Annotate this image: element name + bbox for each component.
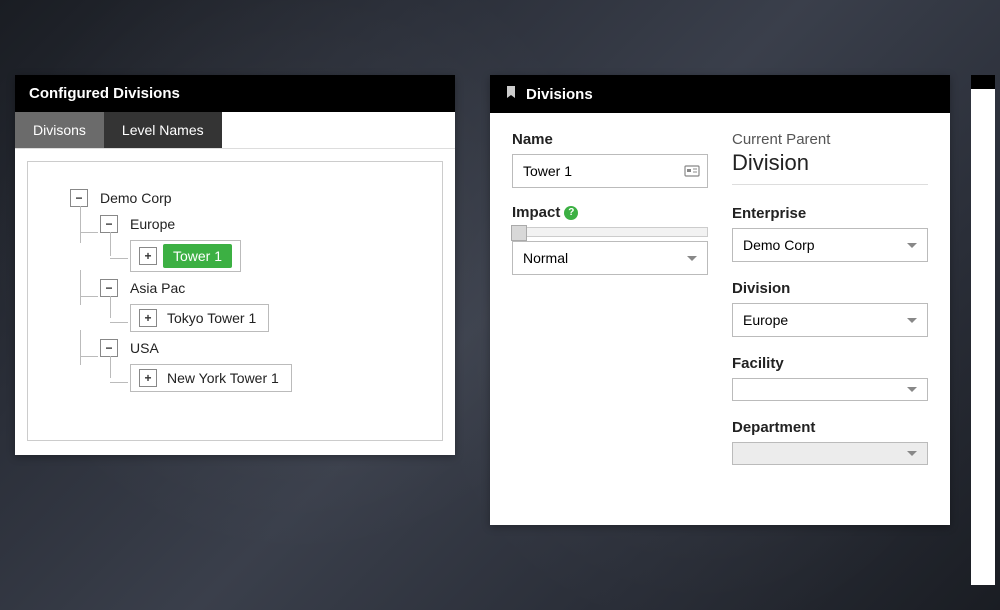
department-select[interactable] [732, 442, 928, 465]
tree-label-usa: USA [126, 338, 163, 358]
collapse-icon[interactable]: − [100, 215, 118, 233]
enterprise-select[interactable]: Demo Corp [732, 228, 928, 262]
name-label: Name [512, 131, 708, 148]
enterprise-value: Demo Corp [743, 237, 815, 253]
division-select[interactable]: Europe [732, 303, 928, 337]
collapse-icon[interactable]: − [100, 279, 118, 297]
division-value: Europe [743, 312, 788, 328]
form-area: Name Impact ? Normal Current Parent Divi [490, 113, 950, 501]
tab-divisions[interactable]: Divisons [15, 112, 104, 148]
collapse-icon[interactable]: − [100, 339, 118, 357]
chevron-down-icon [907, 451, 917, 456]
impact-value: Normal [523, 250, 568, 266]
chevron-down-icon [907, 243, 917, 248]
facility-select[interactable] [732, 378, 928, 401]
division-label: Division [732, 280, 928, 297]
tree-label-asiapac: Asia Pac [126, 278, 189, 298]
tree-label-tower1: Tower 1 [163, 244, 232, 268]
division-tree: − Demo Corp − Europe [40, 188, 430, 392]
help-icon[interactable]: ? [564, 206, 578, 220]
tree-node-usa[interactable]: − USA [100, 338, 430, 358]
tree-label-europe: Europe [126, 214, 179, 234]
current-parent-value: Division [732, 150, 928, 185]
chevron-down-icon [907, 387, 917, 392]
name-field[interactable] [512, 154, 708, 188]
impact-label: Impact ? [512, 204, 708, 221]
tree-node-europe[interactable]: − Europe [100, 214, 430, 234]
left-column: Name Impact ? Normal [512, 131, 708, 483]
card-icon [684, 163, 700, 179]
tree-label-demo-corp: Demo Corp [96, 188, 176, 208]
facility-label: Facility [732, 355, 928, 372]
page-scrollbar[interactable] [971, 75, 995, 585]
divisions-detail-panel: Divisions Name Impact ? Normal [490, 75, 950, 525]
tree-label-tokyo: Tokyo Tower 1 [163, 308, 260, 328]
impact-slider[interactable] [512, 227, 708, 237]
collapse-icon[interactable]: − [70, 189, 88, 207]
panel-title-right-text: Divisions [526, 86, 593, 103]
chevron-down-icon [907, 318, 917, 323]
expand-icon[interactable]: + [139, 369, 157, 387]
panel-title-left: Configured Divisions [15, 75, 455, 112]
tree-node-root[interactable]: − Demo Corp [70, 188, 430, 208]
tree-node-ny[interactable]: + New York Tower 1 [130, 364, 430, 392]
impact-select[interactable]: Normal [512, 241, 708, 275]
tree-container: − Demo Corp − Europe [27, 161, 443, 441]
current-parent-label: Current Parent [732, 131, 928, 148]
scrollbar-cap [971, 75, 995, 89]
bookmark-icon [504, 85, 518, 103]
expand-icon[interactable]: + [139, 309, 157, 327]
tree-node-tokyo[interactable]: + Tokyo Tower 1 [130, 304, 430, 332]
expand-icon[interactable]: + [139, 247, 157, 265]
panel-title-right: Divisions [490, 75, 950, 113]
enterprise-label: Enterprise [732, 205, 928, 222]
tab-level-names[interactable]: Level Names [104, 112, 222, 148]
right-column: Current Parent Division Enterprise Demo … [732, 131, 928, 483]
department-label: Department [732, 419, 928, 436]
slider-thumb[interactable] [511, 225, 527, 241]
tree-node-tower1[interactable]: + Tower 1 [130, 240, 430, 272]
chevron-down-icon [687, 256, 697, 261]
configured-divisions-panel: Configured Divisions Divisons Level Name… [15, 75, 455, 455]
tabs: Divisons Level Names [15, 112, 455, 149]
tree-label-ny: New York Tower 1 [163, 368, 283, 388]
tree-node-asiapac[interactable]: − Asia Pac [100, 278, 430, 298]
